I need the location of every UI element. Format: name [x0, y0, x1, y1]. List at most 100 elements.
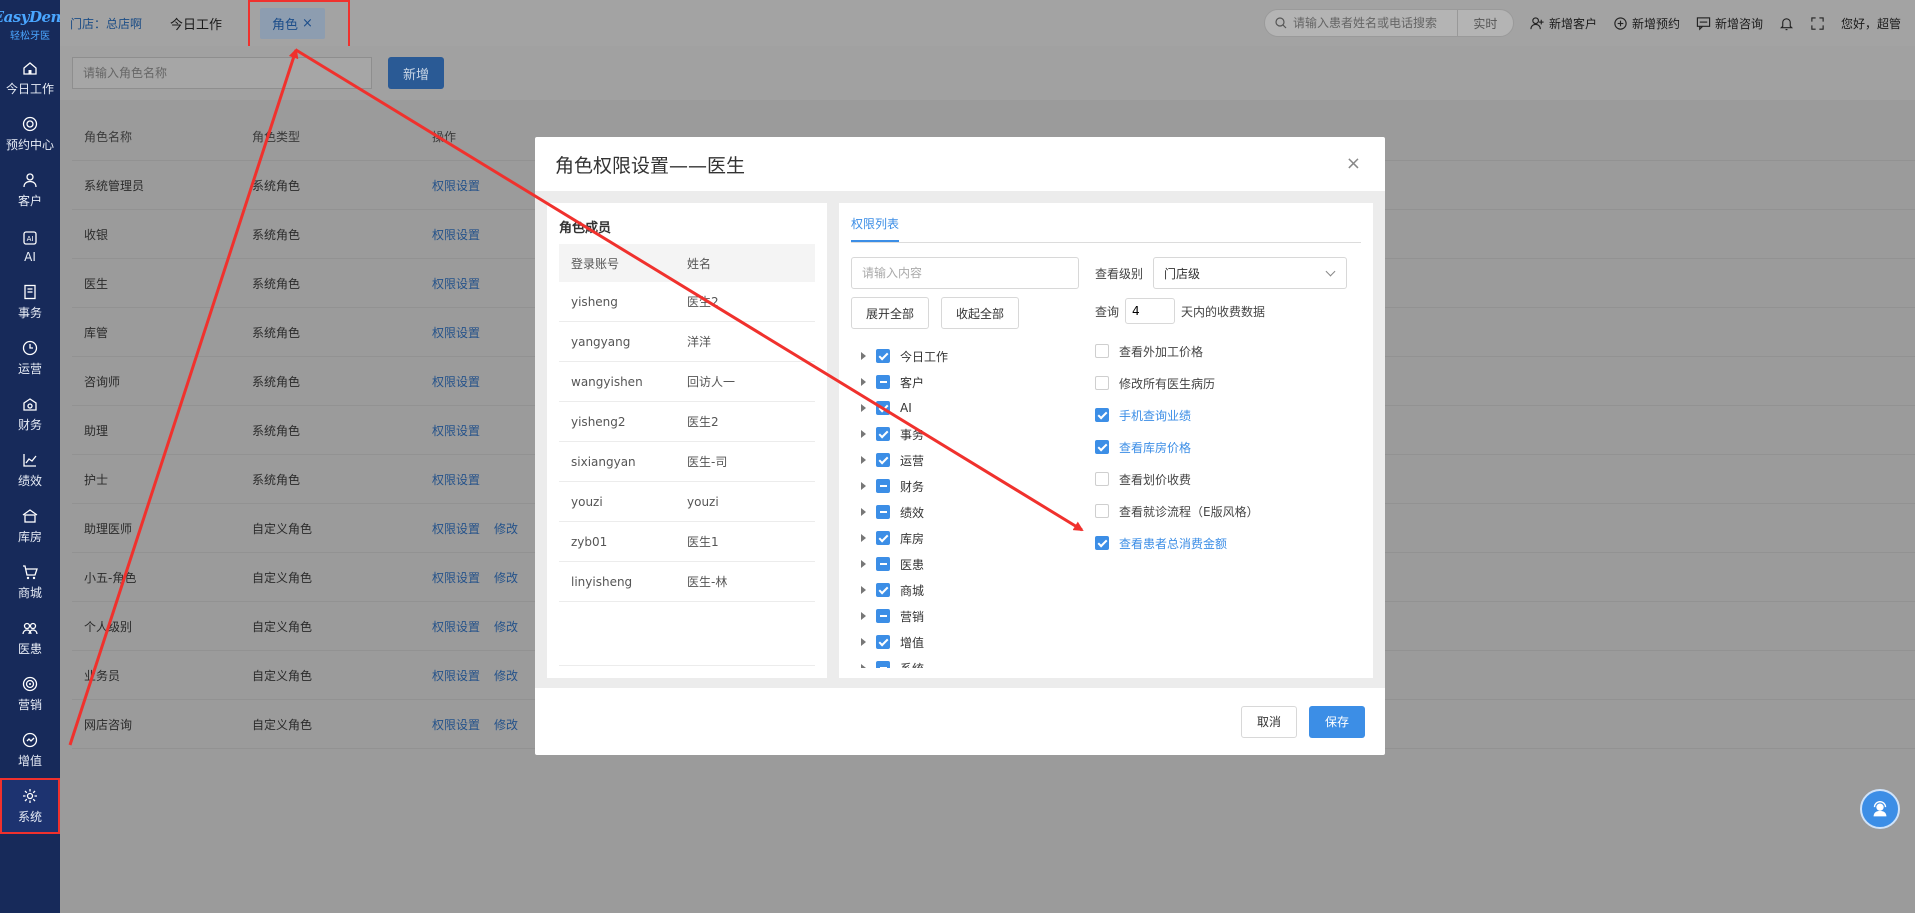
tree-node[interactable]: 今日工作 — [851, 343, 1081, 369]
tree-checkbox[interactable] — [876, 453, 890, 467]
tree-checkbox[interactable] — [876, 661, 890, 668]
add-appointment-button[interactable]: 新增预约 — [1613, 15, 1680, 32]
sidebar-item-4[interactable]: 事务 — [0, 274, 60, 330]
tree-node[interactable]: 营销 — [851, 603, 1081, 629]
caret-right-icon[interactable] — [861, 638, 866, 646]
patient-search-input[interactable] — [1292, 16, 1453, 30]
view-level-select[interactable]: 门店级 — [1153, 257, 1348, 289]
tree-node[interactable]: 增值 — [851, 629, 1081, 655]
tree-node[interactable]: AI — [851, 395, 1081, 421]
expand-all-button[interactable]: 展开全部 — [851, 297, 930, 329]
caret-right-icon[interactable] — [861, 482, 866, 490]
tree-checkbox[interactable] — [876, 427, 890, 441]
tree-checkbox[interactable] — [876, 375, 890, 389]
permission-option[interactable]: 查看患者总消费金额 — [1095, 527, 1361, 559]
sidebar-item-2[interactable]: 客户 — [0, 162, 60, 218]
sidebar-item-3[interactable]: AI AI — [0, 218, 60, 274]
tree-checkbox[interactable] — [876, 635, 890, 649]
caret-right-icon[interactable] — [861, 534, 866, 542]
permission-settings-link[interactable]: 权限设置 — [432, 373, 480, 390]
permission-option[interactable]: 手机查询业绩 — [1095, 399, 1361, 431]
tree-node[interactable]: 系统 — [851, 655, 1081, 668]
caret-right-icon[interactable] — [861, 664, 866, 668]
permission-settings-link[interactable]: 权限设置 — [432, 422, 480, 439]
permission-option[interactable]: 查看就诊流程（E版风格） — [1095, 495, 1361, 527]
sidebar-item-12[interactable]: 增值 — [0, 722, 60, 778]
option-checkbox[interactable] — [1095, 504, 1109, 518]
tree-checkbox[interactable] — [876, 531, 890, 545]
permission-option[interactable]: 修改所有医生病历 — [1095, 367, 1361, 399]
option-checkbox[interactable] — [1095, 344, 1109, 358]
caret-right-icon[interactable] — [861, 560, 866, 568]
tree-node[interactable]: 医患 — [851, 551, 1081, 577]
caret-right-icon[interactable] — [861, 456, 866, 464]
tree-node[interactable]: 商城 — [851, 577, 1081, 603]
permission-settings-link[interactable]: 权限设置 — [432, 471, 480, 488]
bell-icon[interactable] — [1779, 16, 1794, 31]
permission-settings-link[interactable]: 权限设置 — [432, 716, 480, 733]
permission-settings-link[interactable]: 权限设置 — [432, 226, 480, 243]
store-selector[interactable]: 门店：总店啊 — [70, 15, 142, 32]
tab-today-work[interactable]: 今日工作 — [160, 0, 232, 46]
sidebar-item-13[interactable]: 系统 — [0, 778, 60, 834]
user-greeting[interactable]: 您好，超管 — [1841, 15, 1901, 32]
sidebar-item-1[interactable]: 预约中心 — [0, 106, 60, 162]
option-checkbox[interactable] — [1095, 472, 1109, 486]
sidebar-item-10[interactable]: 医患 — [0, 610, 60, 666]
tree-node[interactable]: 运营 — [851, 447, 1081, 473]
edit-role-link[interactable]: 修改 — [494, 716, 518, 733]
caret-right-icon[interactable] — [861, 508, 866, 516]
add-customer-button[interactable]: 新增客户 — [1530, 15, 1597, 32]
permission-search-input[interactable] — [851, 257, 1079, 289]
permission-option[interactable]: 查看划价收费 — [1095, 463, 1361, 495]
permission-settings-link[interactable]: 权限设置 — [432, 177, 480, 194]
permission-settings-link[interactable]: 权限设置 — [432, 618, 480, 635]
tree-node[interactable]: 事务 — [851, 421, 1081, 447]
edit-role-link[interactable]: 修改 — [494, 569, 518, 586]
sidebar-item-9[interactable]: 商城 — [0, 554, 60, 610]
edit-role-link[interactable]: 修改 — [494, 520, 518, 537]
permission-settings-link[interactable]: 权限设置 — [432, 520, 480, 537]
role-name-search-input[interactable] — [72, 57, 372, 89]
realtime-toggle[interactable]: 实时 — [1456, 10, 1513, 36]
permission-settings-link[interactable]: 权限设置 — [432, 667, 480, 684]
sidebar-item-0[interactable]: 今日工作 — [0, 50, 60, 106]
tree-node[interactable]: 财务 — [851, 473, 1081, 499]
close-icon[interactable]: × — [1346, 155, 1361, 173]
permission-settings-link[interactable]: 权限设置 — [432, 324, 480, 341]
tree-node[interactable]: 库房 — [851, 525, 1081, 551]
tree-checkbox[interactable] — [876, 479, 890, 493]
tree-checkbox[interactable] — [876, 583, 890, 597]
add-role-button[interactable]: 新增 — [388, 57, 444, 89]
sidebar-item-6[interactable]: 财务 — [0, 386, 60, 442]
caret-right-icon[interactable] — [861, 586, 866, 594]
add-consult-button[interactable]: 新增咨询 — [1696, 15, 1763, 32]
tree-node[interactable]: 客户 — [851, 369, 1081, 395]
option-checkbox[interactable] — [1095, 440, 1109, 454]
permission-option[interactable]: 查看库房价格 — [1095, 431, 1361, 463]
tree-checkbox[interactable] — [876, 557, 890, 571]
caret-right-icon[interactable] — [861, 352, 866, 360]
option-checkbox[interactable] — [1095, 376, 1109, 390]
query-days-input[interactable] — [1125, 298, 1176, 324]
sidebar-item-5[interactable]: 运营 — [0, 330, 60, 386]
tree-checkbox[interactable] — [876, 401, 890, 415]
sidebar-item-8[interactable]: 库房 — [0, 498, 60, 554]
option-checkbox[interactable] — [1095, 536, 1109, 550]
save-button[interactable]: 保存 — [1309, 705, 1365, 738]
caret-right-icon[interactable] — [861, 404, 866, 412]
fullscreen-icon[interactable] — [1810, 16, 1825, 31]
caret-right-icon[interactable] — [861, 612, 866, 620]
permission-settings-link[interactable]: 权限设置 — [432, 569, 480, 586]
cancel-button[interactable]: 取消 — [1241, 705, 1297, 738]
tree-checkbox[interactable] — [876, 609, 890, 623]
option-checkbox[interactable] — [1095, 408, 1109, 422]
collapse-all-button[interactable]: 收起全部 — [941, 297, 1020, 329]
permission-option[interactable]: 查看外加工价格 — [1095, 335, 1361, 367]
edit-role-link[interactable]: 修改 — [494, 618, 518, 635]
tree-checkbox[interactable] — [876, 505, 890, 519]
sidebar-item-11[interactable]: 营销 — [0, 666, 60, 722]
tree-node[interactable]: 绩效 — [851, 499, 1081, 525]
edit-role-link[interactable]: 修改 — [494, 667, 518, 684]
tree-checkbox[interactable] — [876, 349, 890, 363]
